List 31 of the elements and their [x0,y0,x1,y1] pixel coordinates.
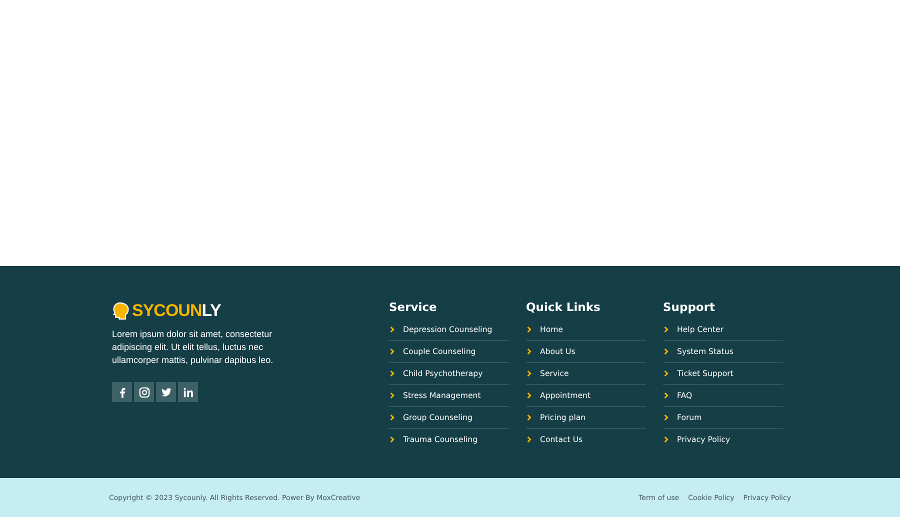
chevron-icon [664,326,669,333]
linkedin-button[interactable] [178,382,198,402]
chevron-icon [390,392,395,399]
chevron-icon [390,436,395,443]
chevron-icon [664,436,669,443]
chevron-icon [527,326,532,333]
chevron-icon [527,414,532,421]
instagram-icon [138,386,150,398]
description-text: Lorem ipsum dolor sit amet, consectetur adipiscing elit. Ut elit tellus, luctus nec ullamcorper mattis, pulvinar dapibus leo. [112,328,274,367]
chevron-icon [664,348,669,355]
column-heading: Service [389,300,438,316]
head-icon [112,302,130,320]
twitter-button[interactable] [156,382,176,402]
twitter-icon [160,386,172,398]
chevron-icon [527,348,532,355]
column-heading: Quick Links [526,300,602,316]
column-heading: Support [663,300,716,316]
instagram-button[interactable] [134,382,154,402]
linkedin-icon [182,386,194,398]
chevron-icon [527,392,532,399]
chevron-icon [527,436,532,443]
chevron-icon [390,348,395,355]
chevron-icon [527,370,532,377]
chevron-icon [390,370,395,377]
chevron-icon [664,392,669,399]
chevron-icon [664,414,669,421]
facebook-button[interactable] [112,382,132,402]
chevron-icon [664,370,669,377]
chevron-icon [390,326,395,333]
chevron-icon [390,414,395,421]
logo-text[interactable]: SYCOUNLY [132,301,221,321]
